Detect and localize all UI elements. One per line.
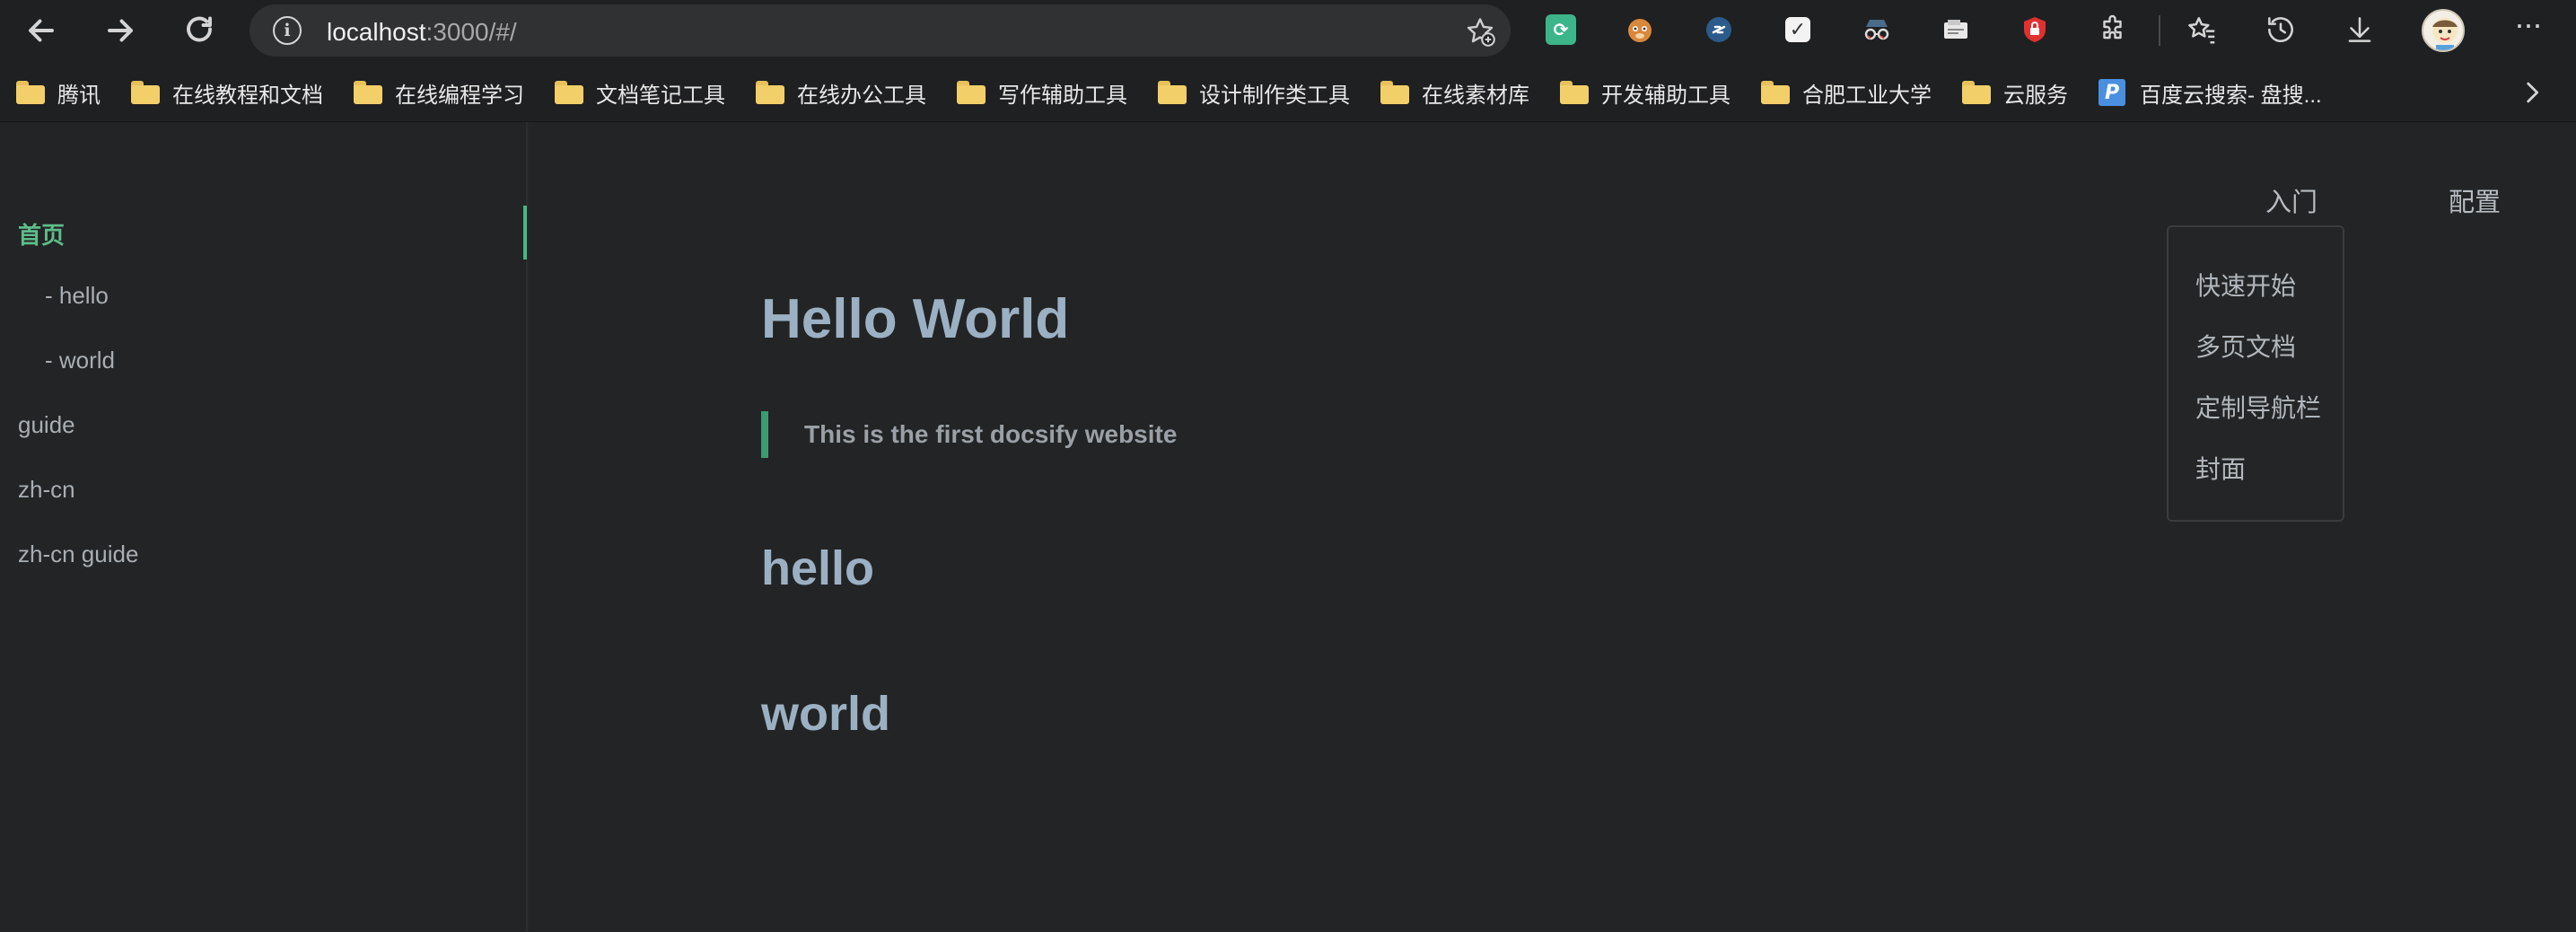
bookmark-label: 在线素材库	[1422, 83, 1529, 108]
bookmark-label: 云服务	[2003, 83, 2068, 108]
dropdown-item-quickstart[interactable]: 快速开始	[2195, 267, 2296, 303]
history-icon[interactable]	[2264, 13, 2298, 47]
bookmark-label: 在线办公工具	[797, 83, 926, 108]
heading-hello[interactable]: hello	[761, 541, 874, 596]
heading-world[interactable]: world	[761, 686, 890, 742]
sidebar-item-hello[interactable]: - hello	[45, 282, 109, 310]
downloads-icon[interactable]	[2343, 13, 2377, 47]
url-path: :3000/#/	[425, 18, 517, 46]
sidebar-item-zh-cn[interactable]: zh-cn	[18, 476, 75, 504]
bookmark-folder[interactable]: 写作辅助工具	[957, 77, 1127, 108]
bookmarks-bar: 腾讯 在线教程和文档 在线编程学习 文档笔记工具 在线办公工具 写作辅助工具 设…	[0, 61, 2576, 122]
folder-icon	[16, 81, 45, 104]
bookmark-folder[interactable]: 在线编程学习	[354, 77, 524, 108]
bookmark-folder[interactable]: 文档笔记工具	[555, 77, 725, 108]
bookmark-label: 设计制作类工具	[1199, 83, 1350, 108]
forward-button[interactable]	[99, 9, 142, 52]
folder-icon	[555, 81, 583, 104]
bookmark-label: 写作辅助工具	[998, 83, 1127, 108]
bookmark-folder[interactable]: 在线教程和文档	[131, 77, 323, 108]
dropdown-item-navbar[interactable]: 定制导航栏	[2195, 389, 2321, 425]
refresh-ext-icon[interactable]: ⟳	[1544, 13, 1578, 47]
nav-dropdown: 快速开始 多页文档 定制导航栏 封面	[2167, 225, 2344, 522]
folder-icon	[1158, 81, 1187, 104]
bookmark-folder[interactable]: 在线办公工具	[756, 77, 926, 108]
dropdown-item-cover[interactable]: 封面	[2195, 450, 2246, 486]
reload-button[interactable]	[178, 9, 221, 52]
puzzle-icon[interactable]	[2097, 13, 2131, 47]
tampermonkey-icon[interactable]	[1623, 13, 1657, 47]
forward-arrow-icon	[108, 19, 133, 42]
bookmark-folder[interactable]: 腾讯	[16, 77, 101, 108]
blockquote-text: This is the first docsify website	[804, 420, 1178, 448]
bookmark-folder[interactable]: 开发辅助工具	[1560, 77, 1730, 108]
sidebar: 首页 - hello - world guide zh-cn zh-cn gui…	[0, 122, 528, 932]
browser-toolbar: i localhost:3000/#/ ⟳ ✓ ···	[0, 0, 2576, 61]
bookmark-folder[interactable]: 设计制作类工具	[1158, 77, 1350, 108]
bookmark-folder[interactable]: 云服务	[1962, 77, 2068, 108]
favorites-icon[interactable]	[2185, 13, 2219, 47]
sidebar-item-home[interactable]: 首页	[18, 217, 65, 251]
pansou-icon: P	[2098, 79, 2125, 106]
bookmark-label: 百度云搜索- 盘搜...	[2140, 83, 2322, 108]
folder-icon	[1380, 81, 1409, 104]
checkbox-ext-icon[interactable]: ✓	[1781, 13, 1815, 47]
url-text[interactable]: localhost:3000/#/	[327, 18, 517, 47]
chevron-right-icon[interactable]	[2517, 77, 2547, 108]
folder-icon	[131, 81, 160, 104]
blockquote-bar	[761, 411, 768, 458]
active-indicator	[523, 206, 527, 259]
back-button[interactable]	[20, 9, 63, 52]
shield-ext-icon[interactable]	[2018, 13, 2052, 47]
info-icon[interactable]: i	[273, 16, 302, 45]
folder-icon	[1962, 81, 1991, 104]
sidebar-item-zh-cn-guide[interactable]: zh-cn guide	[18, 541, 138, 568]
nav-config[interactable]: 配置	[2449, 181, 2501, 219]
folder-icon	[756, 81, 784, 104]
bookmark-label: 在线教程和文档	[172, 83, 323, 108]
address-bar[interactable]: i localhost:3000/#/	[250, 4, 1511, 57]
bookmark-folder[interactable]: 合肥工业大学	[1761, 77, 1932, 108]
folder-icon	[1761, 81, 1790, 104]
add-favorite-icon[interactable]	[1464, 15, 1496, 48]
folder-icon	[957, 81, 986, 104]
nav-getting-started[interactable]: 入门	[2265, 181, 2318, 219]
bookmark-label: 腾讯	[57, 83, 101, 108]
bookmark-label: 合肥工业大学	[1802, 83, 1932, 108]
folder-icon	[1560, 81, 1589, 104]
url-host: localhost	[327, 18, 426, 46]
sidebar-item-world[interactable]: - world	[45, 347, 115, 374]
link-ext-icon[interactable]	[1702, 13, 1736, 47]
bookmark-label: 开发辅助工具	[1601, 83, 1730, 108]
page-title: Hello World	[761, 288, 1070, 350]
bookmark-link[interactable]: P 百度云搜索- 盘搜...	[2098, 77, 2322, 108]
note-ext-icon[interactable]	[1939, 13, 1973, 47]
toolbar-separator	[2159, 15, 2160, 46]
dropdown-item-multipage[interactable]: 多页文档	[2195, 328, 2296, 364]
bookmark-label: 文档笔记工具	[596, 83, 725, 108]
bookmark-label: 在线编程学习	[395, 83, 524, 108]
reload-icon	[187, 16, 212, 42]
incognito-ext-icon[interactable]	[1860, 13, 1894, 47]
sidebar-item-guide[interactable]: guide	[18, 411, 75, 439]
profile-avatar[interactable]	[2422, 9, 2465, 52]
folder-icon	[354, 81, 382, 104]
more-menu-icon[interactable]: ···	[2506, 8, 2549, 52]
back-arrow-icon	[29, 19, 54, 42]
bookmark-folder[interactable]: 在线素材库	[1380, 77, 1529, 108]
